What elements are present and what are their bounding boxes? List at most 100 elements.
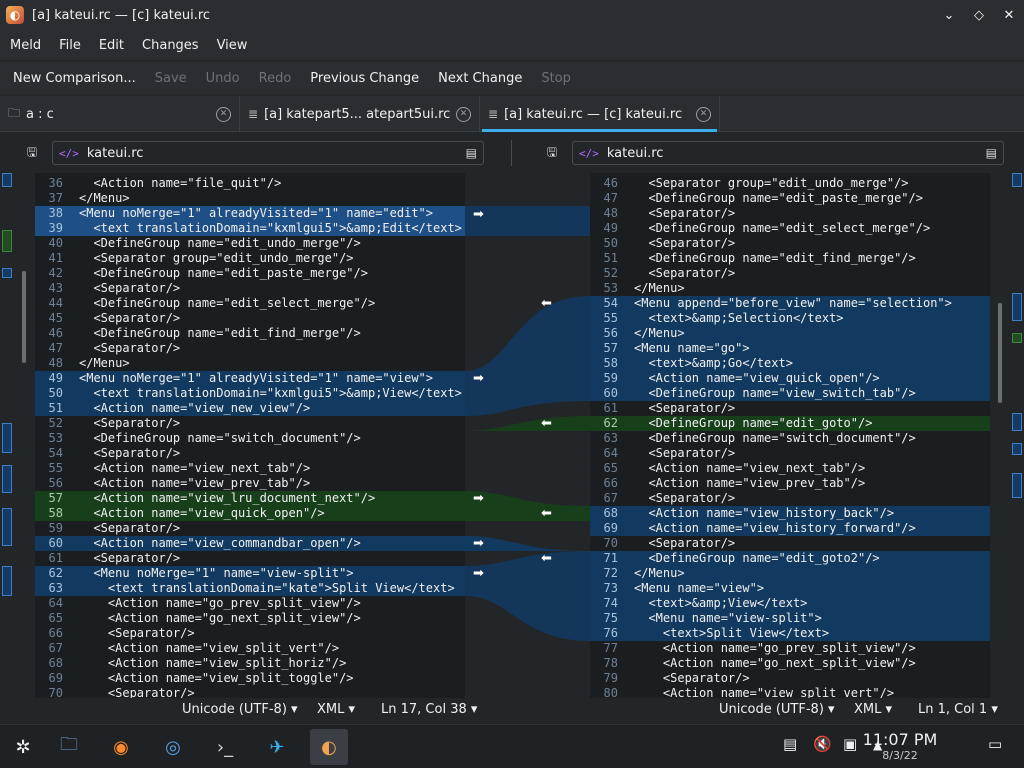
stop-button[interactable]: Stop bbox=[541, 71, 571, 86]
right-save-icon[interactable]: 🖫 bbox=[542, 143, 562, 164]
code-line[interactable]: 54 <Separator/> bbox=[35, 446, 465, 461]
left-scrollbar[interactable] bbox=[22, 271, 26, 363]
right-text-pane[interactable]: 46 <Separator group="edit_undo_merge"/> 4… bbox=[590, 173, 990, 698]
code-line[interactable]: 57 <Menu name="go"> bbox=[590, 341, 990, 356]
code-line[interactable]: 63 <DefineGroup name="switch_document"/> bbox=[590, 431, 990, 446]
left-save-icon[interactable]: 🖫 bbox=[22, 143, 42, 164]
code-line[interactable]: 52 <Separator/> bbox=[35, 416, 465, 431]
browse-icon[interactable]: ▤ bbox=[986, 146, 997, 160]
code-line[interactable]: 40 <DefineGroup name="edit_undo_merge"/> bbox=[35, 236, 465, 251]
code-line[interactable]: 73 <Menu name="view"> bbox=[590, 581, 990, 596]
browse-icon[interactable]: ▤ bbox=[466, 146, 477, 160]
code-line[interactable]: 55 <Action name="view_next_tab"/> bbox=[35, 461, 465, 476]
code-line[interactable]: 66 <Separator/> bbox=[35, 626, 465, 641]
code-line[interactable]: 45 <Separator/> bbox=[35, 311, 465, 326]
code-line[interactable]: 65 <Action name="view_next_tab"/> bbox=[590, 461, 990, 476]
code-line[interactable]: 51 <DefineGroup name="edit_find_merge"/> bbox=[590, 251, 990, 266]
right-scrollbar[interactable] bbox=[998, 303, 1002, 403]
code-line[interactable]: 38 <Menu noMerge="1" alreadyVisited="1" n… bbox=[35, 206, 465, 221]
tab-folder-comparison[interactable]: 🗀 a : c ✕ bbox=[0, 96, 240, 132]
code-line[interactable]: 57 <Action name="view_lru_document_next"… bbox=[35, 491, 465, 506]
close-icon[interactable]: ✕ bbox=[994, 8, 1024, 23]
menu-changes[interactable]: Changes bbox=[142, 38, 199, 53]
code-line[interactable]: 55 <text>&amp;Selection</text> bbox=[590, 311, 990, 326]
code-line[interactable]: 58 <Action name="view_quick_open"/> bbox=[35, 506, 465, 521]
code-line[interactable]: 60 <DefineGroup name="view_switch_tab"/> bbox=[590, 386, 990, 401]
right-cursor-position[interactable]: Ln 1, Col 1 ▾ bbox=[918, 702, 998, 717]
code-line[interactable]: 50 <text translationDomain="kxmlgui5">&a… bbox=[35, 386, 465, 401]
tab-katepart-comparison[interactable]: ≣ [a] katepart5... atepart5ui.rc ✕ bbox=[240, 96, 480, 132]
code-line[interactable]: 50 <Separator/> bbox=[590, 236, 990, 251]
code-line[interactable]: 42 <DefineGroup name="edit_paste_merge"/… bbox=[35, 266, 465, 281]
minimize-icon[interactable]: ⌄ bbox=[934, 8, 964, 23]
code-line[interactable]: 80 <Action name="view_split_vert"/> bbox=[590, 686, 990, 698]
new-comparison-button[interactable]: New Comparison... bbox=[13, 71, 136, 86]
left-text-pane[interactable]: 36 <Action name="file_quit"/> 37 </Menu> 38… bbox=[35, 173, 465, 698]
code-line[interactable]: 61 <Separator/> bbox=[590, 401, 990, 416]
left-encoding-select[interactable]: Unicode (UTF-8) ▾ bbox=[182, 702, 298, 717]
chromium-icon[interactable]: ◎ bbox=[154, 729, 192, 765]
code-line[interactable]: 36 <Action name="file_quit"/> bbox=[35, 176, 465, 191]
code-line[interactable]: 41 <Separator group="edit_undo_merge"/> bbox=[35, 251, 465, 266]
redo-button[interactable]: Redo bbox=[259, 71, 292, 86]
terminal-icon[interactable]: ›_ bbox=[206, 729, 244, 765]
right-overview-strip[interactable] bbox=[1010, 173, 1024, 698]
code-line[interactable]: 53 <DefineGroup name="switch_document"/> bbox=[35, 431, 465, 446]
code-line[interactable]: 53 </Menu> bbox=[590, 281, 990, 296]
app-launcher-icon[interactable]: ✲ bbox=[4, 729, 42, 765]
menu-edit[interactable]: Edit bbox=[99, 38, 124, 53]
left-overview-strip[interactable] bbox=[0, 173, 14, 698]
code-line[interactable]: 69 <Action name="view_split_toggle"/> bbox=[35, 671, 465, 686]
code-line[interactable]: 46 <DefineGroup name="edit_find_merge"/> bbox=[35, 326, 465, 341]
network-icon[interactable]: ▣ bbox=[843, 735, 857, 753]
menu-view[interactable]: View bbox=[217, 38, 248, 53]
code-line[interactable]: 68 <Action name="view_split_horiz"/> bbox=[35, 656, 465, 671]
left-file-input[interactable]: </> kateui.rc ▤ bbox=[52, 141, 484, 165]
code-line[interactable]: 43 <Separator/> bbox=[35, 281, 465, 296]
save-button[interactable]: Save bbox=[155, 71, 187, 86]
code-line[interactable]: 61 <Separator/> bbox=[35, 551, 465, 566]
code-line[interactable]: 59 <Action name="view_quick_open"/> bbox=[590, 371, 990, 386]
code-line[interactable]: 64 <Separator/> bbox=[590, 446, 990, 461]
left-cursor-position[interactable]: Ln 17, Col 38 ▾ bbox=[381, 702, 477, 717]
right-encoding-select[interactable]: Unicode (UTF-8) ▾ bbox=[719, 702, 835, 717]
tab-close-icon[interactable]: ✕ bbox=[456, 106, 471, 122]
code-line[interactable]: 51 <Action name="view_new_view"/> bbox=[35, 401, 465, 416]
menu-meld[interactable]: Meld bbox=[10, 38, 41, 53]
code-line[interactable]: 48 <Separator/> bbox=[590, 206, 990, 221]
meld-task-icon[interactable]: ◐ bbox=[310, 729, 348, 765]
menu-file[interactable]: File bbox=[59, 38, 81, 53]
code-line[interactable]: 67 <Separator/> bbox=[590, 491, 990, 506]
code-line[interactable]: 46 <Separator group="edit_undo_merge"/> bbox=[590, 176, 990, 191]
code-line[interactable]: 68 <Action name="view_history_back"/> bbox=[590, 506, 990, 521]
code-line[interactable]: 63 <text translationDomain="kate">Split … bbox=[35, 581, 465, 596]
code-line[interactable]: 70 <Separator/> bbox=[590, 536, 990, 551]
code-line[interactable]: 49 <Menu noMerge="1" alreadyVisited="1" n… bbox=[35, 371, 465, 386]
code-line[interactable]: 79 <Separator/> bbox=[590, 671, 990, 686]
code-line[interactable]: 67 <Action name="view_split_vert"/> bbox=[35, 641, 465, 656]
tab-close-icon[interactable]: ✕ bbox=[696, 106, 711, 122]
code-line[interactable]: 47 <DefineGroup name="edit_paste_merge"/… bbox=[590, 191, 990, 206]
code-line[interactable]: 64 <Action name="go_prev_split_view"/> bbox=[35, 596, 465, 611]
right-language-select[interactable]: XML ▾ bbox=[854, 702, 892, 717]
code-line[interactable]: 71 <DefineGroup name="edit_goto2"/> bbox=[590, 551, 990, 566]
code-line[interactable]: 59 <Separator/> bbox=[35, 521, 465, 536]
clock[interactable]: 11:07 PM 8/3/22 bbox=[860, 730, 940, 762]
left-language-select[interactable]: XML ▾ bbox=[317, 702, 355, 717]
code-line[interactable]: 60 <Action name="view_commandbar_open"/> bbox=[35, 536, 465, 551]
right-file-input[interactable]: </> kateui.rc ▤ bbox=[572, 141, 1004, 165]
code-line[interactable]: 47 <Separator/> bbox=[35, 341, 465, 356]
code-line[interactable]: 76 <text>Split View</text> bbox=[590, 626, 990, 641]
volume-muted-icon[interactable]: 🔇 bbox=[813, 735, 832, 753]
next-change-button[interactable]: Next Change bbox=[438, 71, 522, 86]
code-line[interactable]: 52 <Separator/> bbox=[590, 266, 990, 281]
code-line[interactable]: 69 <Action name="view_history_forward"/> bbox=[590, 521, 990, 536]
code-line[interactable]: 66 <Action name="view_prev_tab"/> bbox=[590, 476, 990, 491]
file-manager-icon[interactable]: 🗀 bbox=[50, 729, 88, 765]
code-line[interactable]: 78 <Action name="go_next_split_view"/> bbox=[590, 656, 990, 671]
code-line[interactable]: 62 <Menu noMerge="1" name="view-split"> bbox=[35, 566, 465, 581]
code-line[interactable]: 49 <DefineGroup name="edit_select_merge"… bbox=[590, 221, 990, 236]
code-line[interactable]: 70 <Separator/> bbox=[35, 686, 465, 698]
code-line[interactable]: 62 <DefineGroup name="edit_goto"/> bbox=[590, 416, 990, 431]
code-line[interactable]: 56 <Action name="view_prev_tab"/> bbox=[35, 476, 465, 491]
